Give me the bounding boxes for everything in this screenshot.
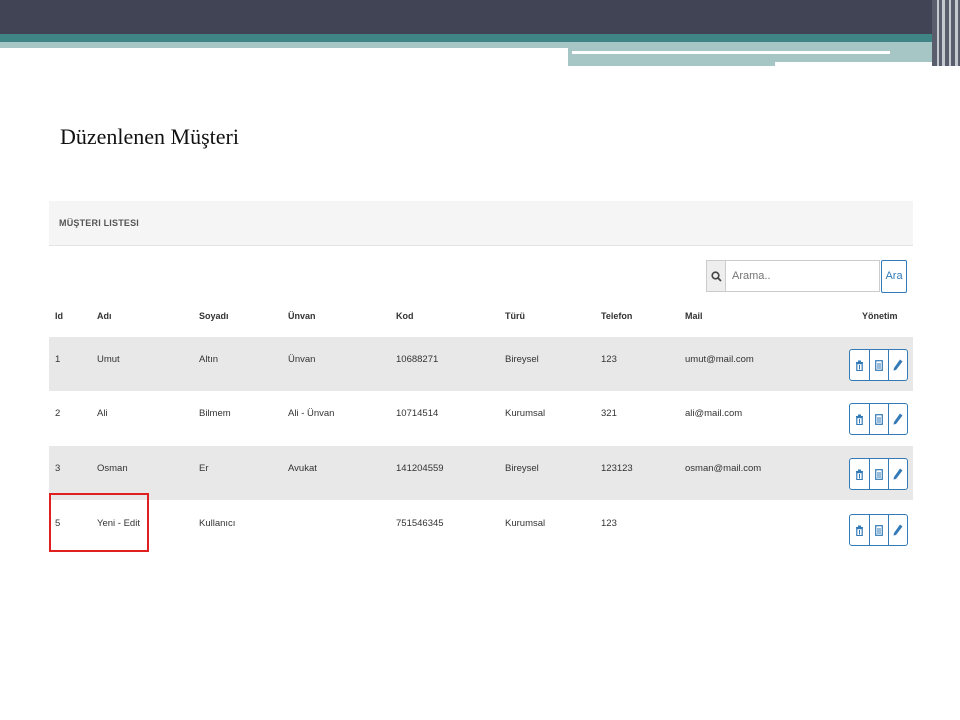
cell-mail: osman@mail.com	[685, 463, 762, 474]
pencil-icon[interactable]	[888, 404, 908, 434]
cell-kod: 751546345	[396, 518, 444, 529]
search-button[interactable]: Ara	[881, 260, 907, 293]
cell-unvan: Ali - Ünvan	[288, 408, 335, 419]
search-input[interactable]	[726, 260, 880, 292]
cell-turu: Kurumsal	[505, 518, 546, 529]
document-icon[interactable]	[869, 404, 889, 434]
header-stripe	[937, 0, 939, 66]
trash-icon[interactable]	[850, 459, 870, 489]
header-stripe	[949, 0, 951, 66]
cell-soyadi: Bilmem	[199, 408, 231, 419]
row-actions	[849, 514, 908, 546]
column-header-kod: Kod	[396, 311, 414, 321]
row-actions	[849, 349, 908, 381]
cell-kod: 10688271	[396, 354, 439, 365]
trash-icon[interactable]	[850, 350, 870, 380]
cell-unvan: Avukat	[288, 463, 317, 474]
slide-title: Düzenlenen Müşteri	[60, 124, 239, 149]
edit-highlight-box	[49, 493, 149, 552]
document-icon[interactable]	[869, 515, 889, 545]
table-row: 5 Yeni - Edit Kullanıcı 751546345 Kurums…	[49, 500, 913, 554]
header-stripe	[942, 0, 945, 66]
cell-kod: 141204559	[396, 463, 444, 474]
cell-soyadi: Altın	[199, 354, 219, 365]
cell-mail: umut@mail.com	[685, 354, 754, 365]
panel-header: MÜŞTERI LISTESI	[49, 201, 913, 246]
column-header-turu: Türü	[505, 311, 525, 321]
document-icon[interactable]	[869, 459, 889, 489]
cell-telefon: 123	[601, 518, 617, 529]
cell-turu: Kurumsal	[505, 408, 546, 419]
cell-turu: Bireysel	[505, 463, 539, 474]
pencil-icon[interactable]	[888, 350, 908, 380]
cell-kod: 10714514	[396, 408, 439, 419]
column-header-mail: Mail	[685, 311, 703, 321]
cell-turu: Bireysel	[505, 354, 539, 365]
cell-telefon: 321	[601, 408, 617, 419]
cell-soyadi: Kullanıcı	[199, 518, 236, 529]
cell-mail: ali@mail.com	[685, 408, 743, 419]
cell-id: 3	[55, 463, 61, 474]
header-teal-bar	[0, 34, 960, 42]
row-actions	[849, 403, 908, 435]
column-header-yonetim: Yönetim	[862, 311, 898, 321]
cell-unvan: Ünvan	[288, 354, 316, 365]
column-header-adi: Adı	[97, 311, 112, 321]
cell-id: 1	[55, 354, 61, 365]
cell-telefon: 123	[601, 354, 617, 365]
column-header-id: Id	[55, 311, 63, 321]
row-actions	[849, 458, 908, 490]
cell-soyadi: Er	[199, 463, 209, 474]
cell-telefon: 123123	[601, 463, 633, 474]
cell-id: 2	[55, 408, 61, 419]
column-header-unvan: Ünvan	[288, 311, 316, 321]
trash-icon[interactable]	[850, 404, 870, 434]
document-icon[interactable]	[869, 350, 889, 380]
column-header-soyadi: Soyadı	[199, 311, 229, 321]
pencil-icon[interactable]	[888, 515, 908, 545]
header-light-bar	[0, 42, 568, 48]
search-icon	[706, 260, 726, 292]
header-stripe	[955, 0, 958, 66]
header-white-line	[572, 51, 890, 54]
trash-icon[interactable]	[850, 515, 870, 545]
pencil-icon[interactable]	[888, 459, 908, 489]
table-row: 3 Osman Er Avukat 141204559 Bireysel 123…	[49, 446, 913, 500]
header-dark-bar	[0, 0, 960, 34]
cell-adi: Ali	[97, 408, 108, 419]
cell-adi: Osman	[97, 463, 128, 474]
column-header-telefon: Telefon	[601, 311, 633, 321]
panel-title: MÜŞTERI LISTESI	[59, 218, 140, 228]
table-row: 2 Ali Bilmem Ali - Ünvan 10714514 Kurums…	[49, 391, 913, 445]
table-row: 1 Umut Altın Ünvan 10688271 Bireysel 123…	[49, 337, 913, 391]
cell-adi: Umut	[97, 354, 120, 365]
